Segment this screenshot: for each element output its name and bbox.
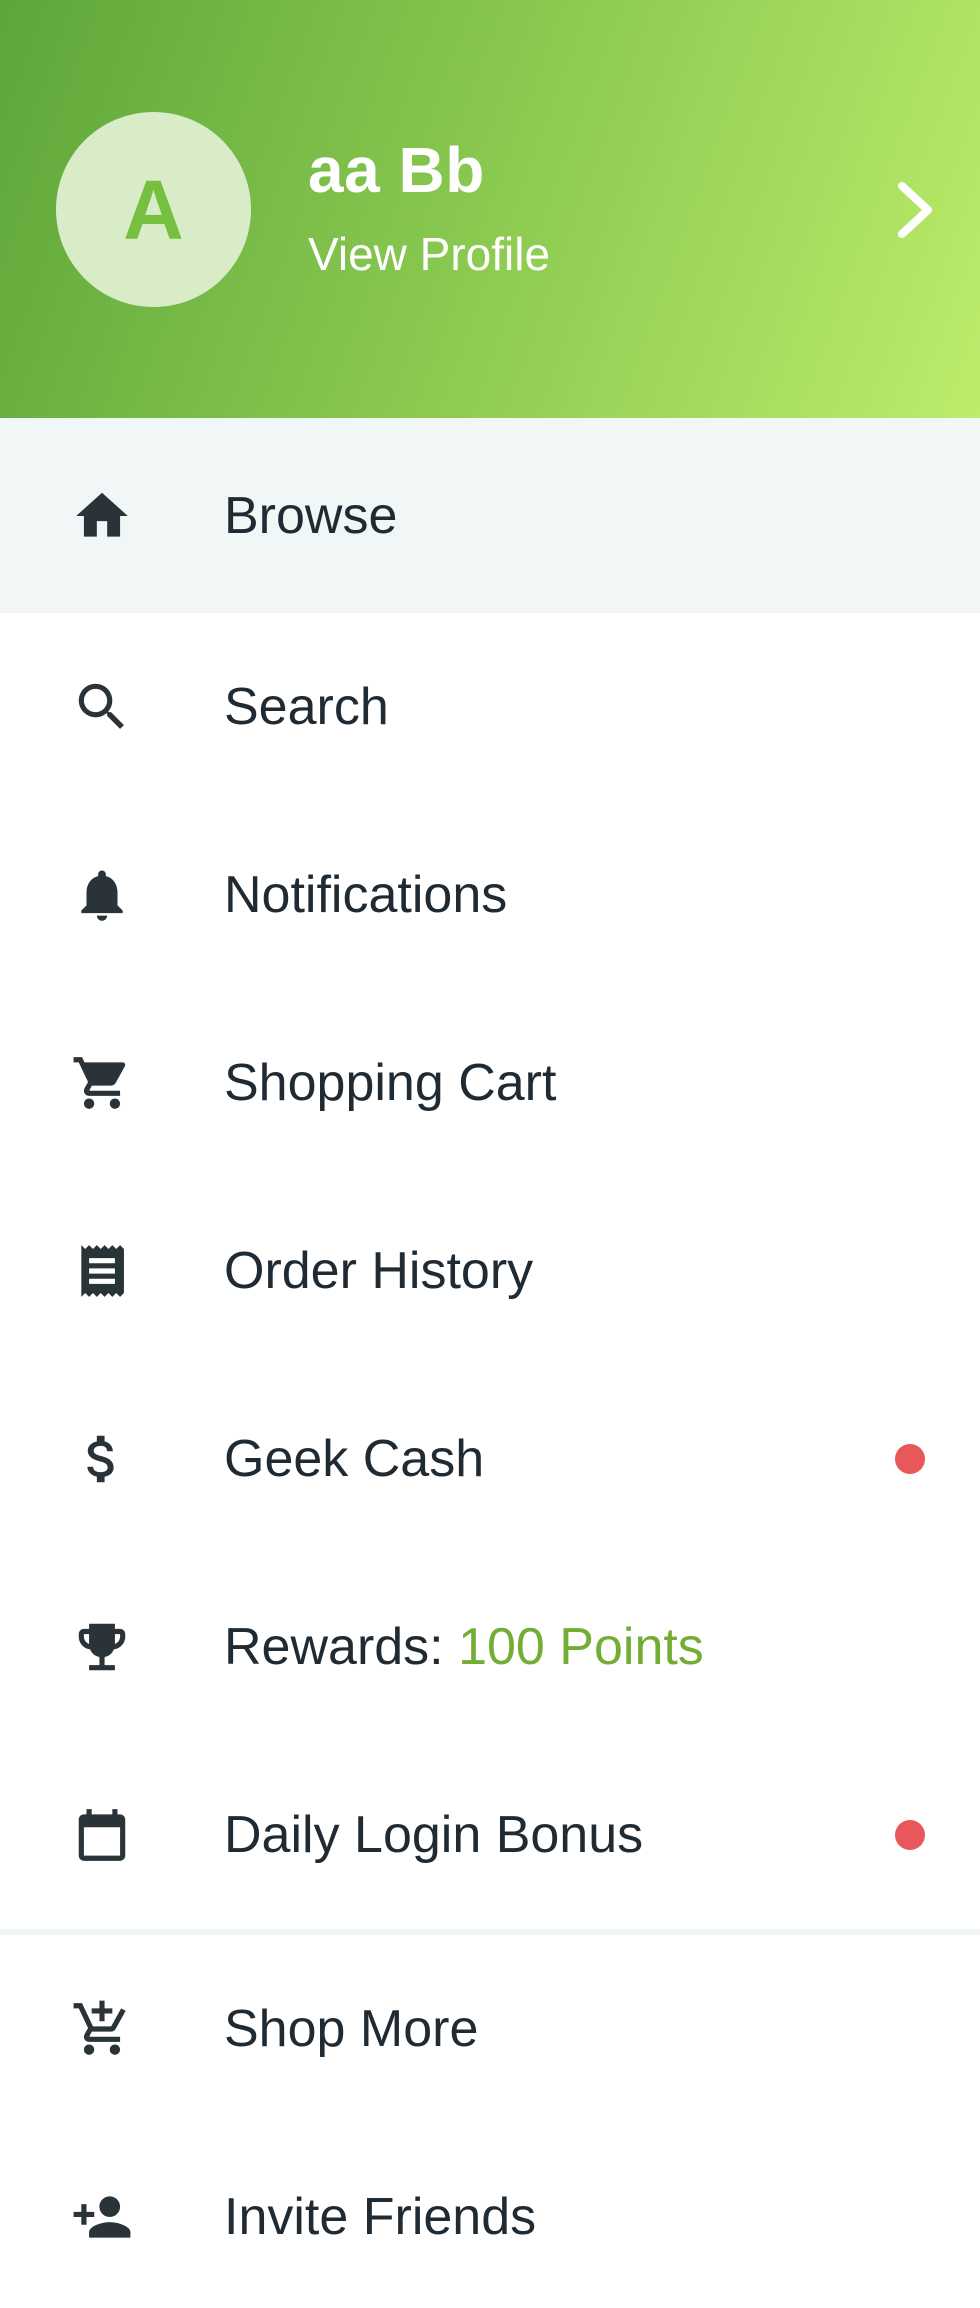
- menu-item-label: Shop More: [224, 2000, 479, 2058]
- menu-item-label: Order History: [224, 1242, 534, 1300]
- receipt-icon: [62, 1231, 142, 1311]
- menu-item-label: Notifications: [224, 866, 508, 924]
- home-icon: [62, 476, 142, 556]
- navigation-drawer: A aa Bb View Profile Browse Search Notif…: [0, 0, 980, 2308]
- menu-item-notifications[interactable]: Notifications: [0, 801, 980, 989]
- menu-item-label: Geek Cash: [224, 1430, 485, 1488]
- dollar-icon: [62, 1419, 142, 1499]
- cart-icon: [62, 1043, 142, 1123]
- menu-item-geek-cash[interactable]: Geek Cash: [0, 1365, 980, 1553]
- avatar[interactable]: A: [56, 112, 251, 307]
- bell-icon: [62, 855, 142, 935]
- trophy-icon: [62, 1607, 142, 1687]
- menu-item-label: Shopping Cart: [224, 1054, 557, 1112]
- menu-item-browse[interactable]: Browse: [0, 418, 980, 613]
- chevron-right-icon[interactable]: [890, 180, 940, 240]
- avatar-initial: A: [123, 162, 184, 257]
- menu-item-label: Rewards: 100 Points: [224, 1621, 704, 1673]
- profile-name: aa Bb: [308, 134, 485, 206]
- menu-item-daily-login-bonus[interactable]: Daily Login Bonus: [0, 1741, 980, 1929]
- cart-plus-icon: [62, 1989, 142, 2069]
- menu-item-invite-friends[interactable]: Invite Friends: [0, 2123, 980, 2308]
- view-profile-link[interactable]: View Profile: [308, 231, 550, 277]
- menu-item-rewards[interactable]: Rewards: 100 Points: [0, 1553, 980, 1741]
- person-add-icon: [62, 2177, 142, 2257]
- menu-item-order-history[interactable]: Order History: [0, 1177, 980, 1365]
- rewards-points: 100 Points: [458, 1618, 704, 1676]
- calendar-icon: [62, 1795, 142, 1875]
- drawer-menu: Browse Search Notifications Shopping Car…: [0, 418, 980, 2308]
- menu-item-shopping-cart[interactable]: Shopping Cart: [0, 989, 980, 1177]
- profile-header[interactable]: A aa Bb View Profile: [0, 0, 980, 418]
- menu-item-label: Search: [224, 678, 389, 736]
- menu-item-label: Daily Login Bonus: [224, 1806, 644, 1864]
- rewards-prefix: Rewards:: [224, 1618, 459, 1676]
- menu-item-shop-more[interactable]: Shop More: [0, 1935, 980, 2123]
- menu-item-label: Invite Friends: [224, 2188, 537, 2246]
- notification-dot: [895, 1820, 925, 1850]
- search-icon: [62, 667, 142, 747]
- menu-item-label: Browse: [224, 486, 398, 545]
- menu-item-search[interactable]: Search: [0, 613, 980, 801]
- notification-dot: [895, 1444, 925, 1474]
